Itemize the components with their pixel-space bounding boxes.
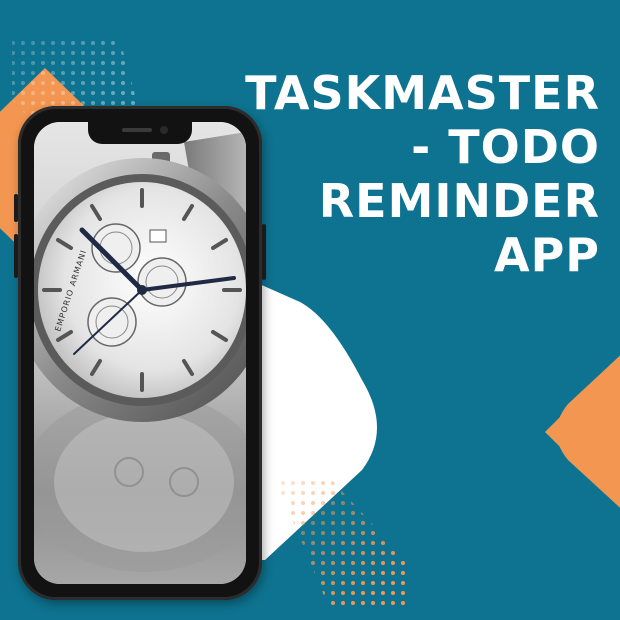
title-line: APP [493, 228, 600, 282]
app-title: TASKMASTER - TODO REMINDER APP [220, 66, 600, 282]
speaker-grille [122, 128, 152, 132]
title-line: - TODO [411, 120, 600, 174]
phone-notch [88, 122, 192, 144]
front-camera [160, 126, 168, 134]
title-line: TASKMASTER [245, 66, 600, 120]
watch-photo: EMPORIO ARMANI [34, 122, 246, 584]
orange-dot-pattern [275, 478, 405, 610]
phone-volume-button [14, 234, 18, 278]
phone-side-button [14, 194, 18, 222]
promo-banner: EMPORIO ARMANI TASKMASTER - TODO REMINDE… [0, 0, 620, 620]
phone-screen: EMPORIO ARMANI [34, 122, 246, 584]
title-line: REMINDER [318, 174, 600, 228]
